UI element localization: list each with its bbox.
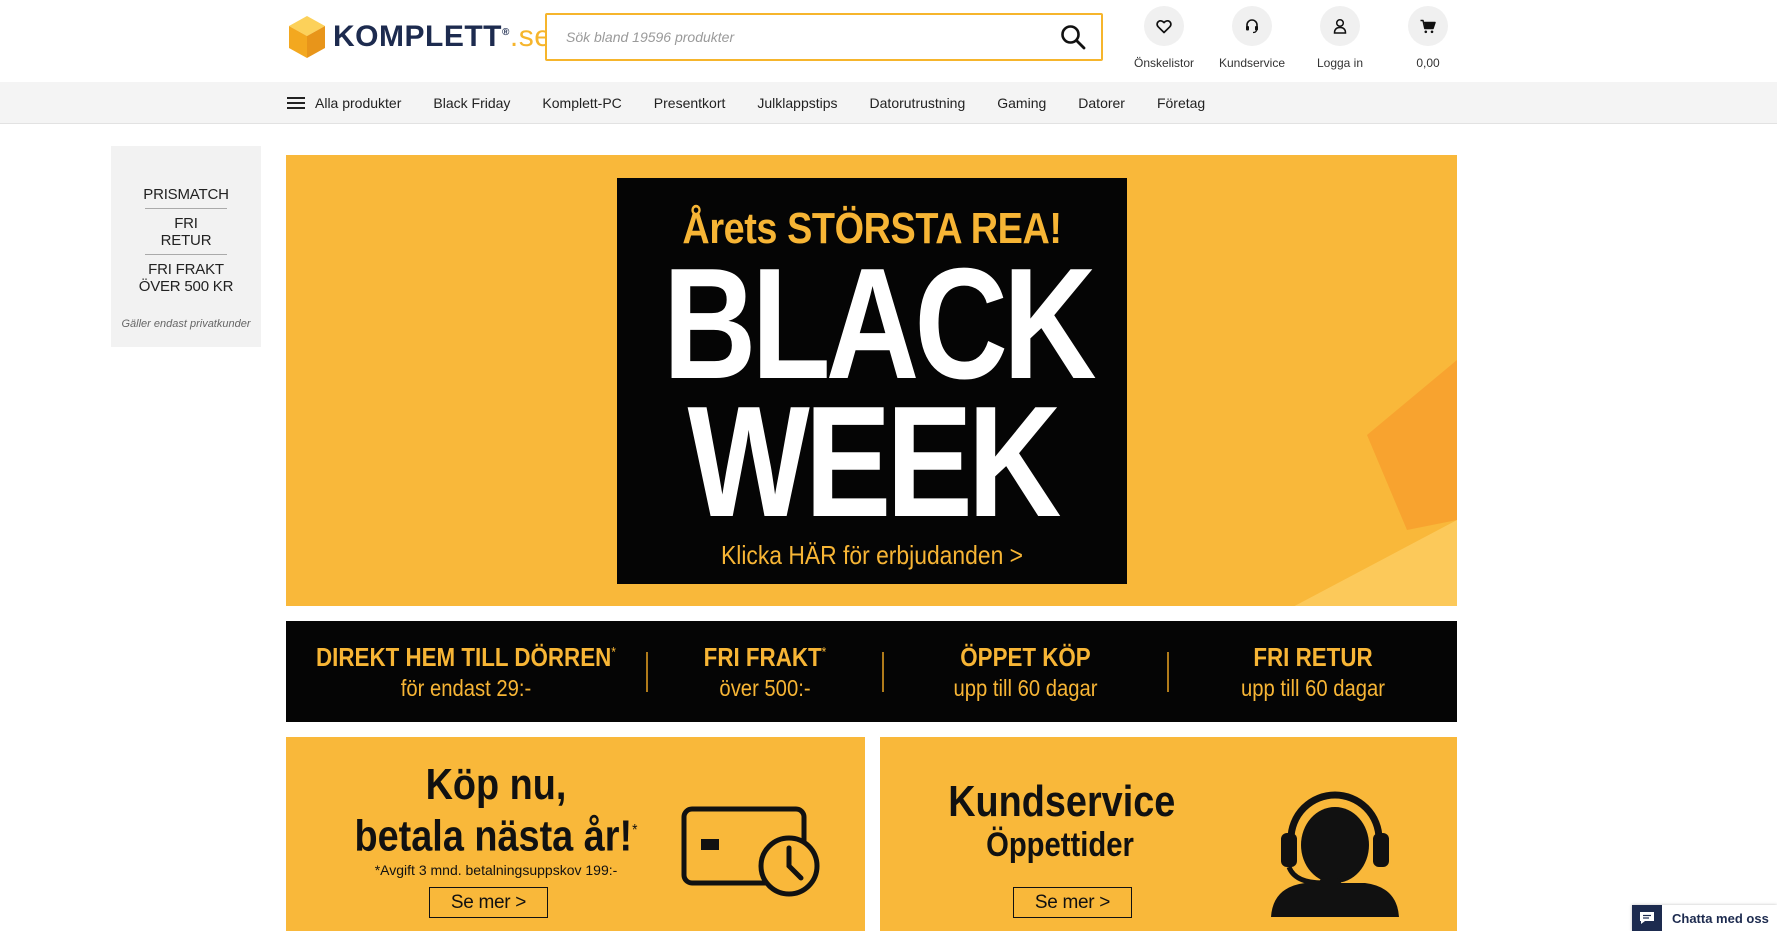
customer-service-more-button[interactable]: Se mer > [1013, 887, 1132, 918]
heart-icon [1144, 6, 1184, 46]
pay-later-note: *Avgift 3 mnd. betalningsuppskov 199:- [374, 861, 618, 878]
logo-text: KOMPLETT®.se [333, 20, 552, 53]
side-promo[interactable]: PRISMATCH FRI RETUR FRI FRAKT ÖVER 500 K… [111, 146, 261, 347]
usp-free-return: FRI RETUR upp till 60 dagar [1169, 642, 1457, 702]
usp-free-return-sub: upp till 60 dagar [1240, 674, 1386, 701]
side-promo-fri-frakt: FRI FRAKT [148, 261, 224, 278]
support-agent-icon [1271, 791, 1399, 917]
divider [145, 254, 227, 255]
wishlist-button[interactable]: Önskelistor [1120, 6, 1208, 70]
pay-later-star: * [632, 822, 638, 839]
usp-open-purchase-sub: upp till 60 dagar [953, 674, 1098, 701]
usp-free-return-title: FRI RETUR [1253, 641, 1373, 672]
hero-title-week: WEEK [687, 374, 1062, 550]
header-actions: Önskelistor Kundservice Logga in 0,00 [1120, 6, 1472, 70]
hero-card: Årets STÖRSTA REA! BLACK WEEK Klicka HÄR… [617, 178, 1127, 584]
logo[interactable]: KOMPLETT®.se [287, 14, 551, 60]
nav-item-foretag[interactable]: Företag [1157, 95, 1205, 111]
side-promo-over-500: ÖVER 500 KR [138, 278, 234, 295]
header: KOMPLETT®.se Önskelistor [0, 0, 1777, 82]
usp-free-shipping-star: * [821, 642, 827, 659]
nav-item-all-products[interactable]: Alla produkter [287, 95, 401, 111]
side-promo-note: Gäller endast privatkunder [121, 318, 251, 330]
chat-label: Chatta med oss [1672, 910, 1769, 926]
cart-button[interactable]: 0,00 [1384, 6, 1472, 70]
hero-title-black: BLACK [662, 236, 1097, 412]
nav-item-black-friday[interactable]: Black Friday [433, 95, 510, 111]
pay-later-title-line2: betala nästa år!* [354, 811, 638, 861]
chat-button[interactable]: Chatta med oss [1632, 905, 1777, 931]
customer-service-subtitle: Öppettider [986, 826, 1134, 864]
pay-later-more-button[interactable]: Se mer > [429, 887, 548, 918]
usp-delivery-sub: för endast 29:- [400, 674, 532, 701]
usp-free-shipping-sub: över 500:- [719, 674, 811, 701]
usp-bar[interactable]: DIREKT HEM TILL DÖRREN* för endast 29:- … [286, 621, 1457, 722]
search-icon [1061, 25, 1086, 50]
nav-item-gaming[interactable]: Gaming [997, 95, 1046, 111]
cart-total: 0,00 [1416, 56, 1440, 70]
usp-delivery-star: * [611, 642, 616, 659]
usp-delivery-title: DIREKT HEM TILL DÖRREN [316, 641, 612, 672]
main-nav: Alla produkter Black Friday Komplett-PC … [0, 82, 1777, 124]
menu-icon [287, 96, 305, 110]
card-clock-icon [681, 806, 820, 897]
side-promo-retur: RETUR [160, 232, 212, 249]
usp-open-purchase: ÖPPET KÖP upp till 60 dagar [884, 642, 1167, 702]
search-input[interactable] [547, 15, 1045, 59]
search-box [545, 13, 1103, 61]
usp-free-shipping-title: FRI FRAKT [703, 641, 822, 672]
search-button[interactable] [1045, 15, 1101, 59]
nav-item-datorutrustning[interactable]: Datorutrustning [870, 95, 966, 111]
cart-icon [1408, 6, 1448, 46]
hero-banner[interactable]: Årets STÖRSTA REA! BLACK WEEK Klicka HÄR… [286, 155, 1457, 606]
login-label: Logga in [1316, 56, 1364, 70]
pay-later-title-line1: Köp nu, [425, 760, 567, 809]
usp-open-purchase-title: ÖPPET KÖP [960, 641, 1091, 672]
side-promo-fri: FRI [174, 215, 198, 232]
customer-service-card[interactable]: Kundservice Öppettider Se mer > [880, 737, 1457, 931]
nav-item-label: Alla produkter [315, 95, 402, 111]
nav-item-komplett-pc[interactable]: Komplett-PC [542, 95, 621, 111]
chat-icon [1632, 905, 1662, 931]
wishlist-label: Önskelistor [1133, 56, 1195, 70]
hero-decoration [1294, 360, 1457, 606]
user-icon [1320, 6, 1360, 46]
pay-later-card[interactable]: Köp nu, betala nästa år!* *Avgift 3 mnd.… [286, 737, 865, 931]
logo-cube-icon [289, 16, 325, 58]
customer-service-button[interactable]: Kundservice [1208, 6, 1296, 70]
divider [145, 208, 227, 209]
customer-service-title: Kundservice [948, 777, 1176, 826]
side-promo-prismatch: PRISMATCH [143, 186, 229, 203]
login-button[interactable]: Logga in [1296, 6, 1384, 70]
usp-delivery: DIREKT HEM TILL DÖRREN* för endast 29:- [286, 642, 646, 702]
nav-item-datorer[interactable]: Datorer [1078, 95, 1125, 111]
nav-item-presentkort[interactable]: Presentkort [654, 95, 726, 111]
hero-cta[interactable]: Klicka HÄR för erbjudanden > [648, 540, 1097, 571]
page: KOMPLETT®.se Önskelistor [0, 0, 1777, 931]
customer-service-label: Kundservice [1218, 56, 1286, 70]
nav-item-julklappstips[interactable]: Julklappstips [757, 95, 837, 111]
headset-icon [1232, 6, 1272, 46]
usp-free-shipping: FRI FRAKT* över 500:- [648, 642, 882, 702]
